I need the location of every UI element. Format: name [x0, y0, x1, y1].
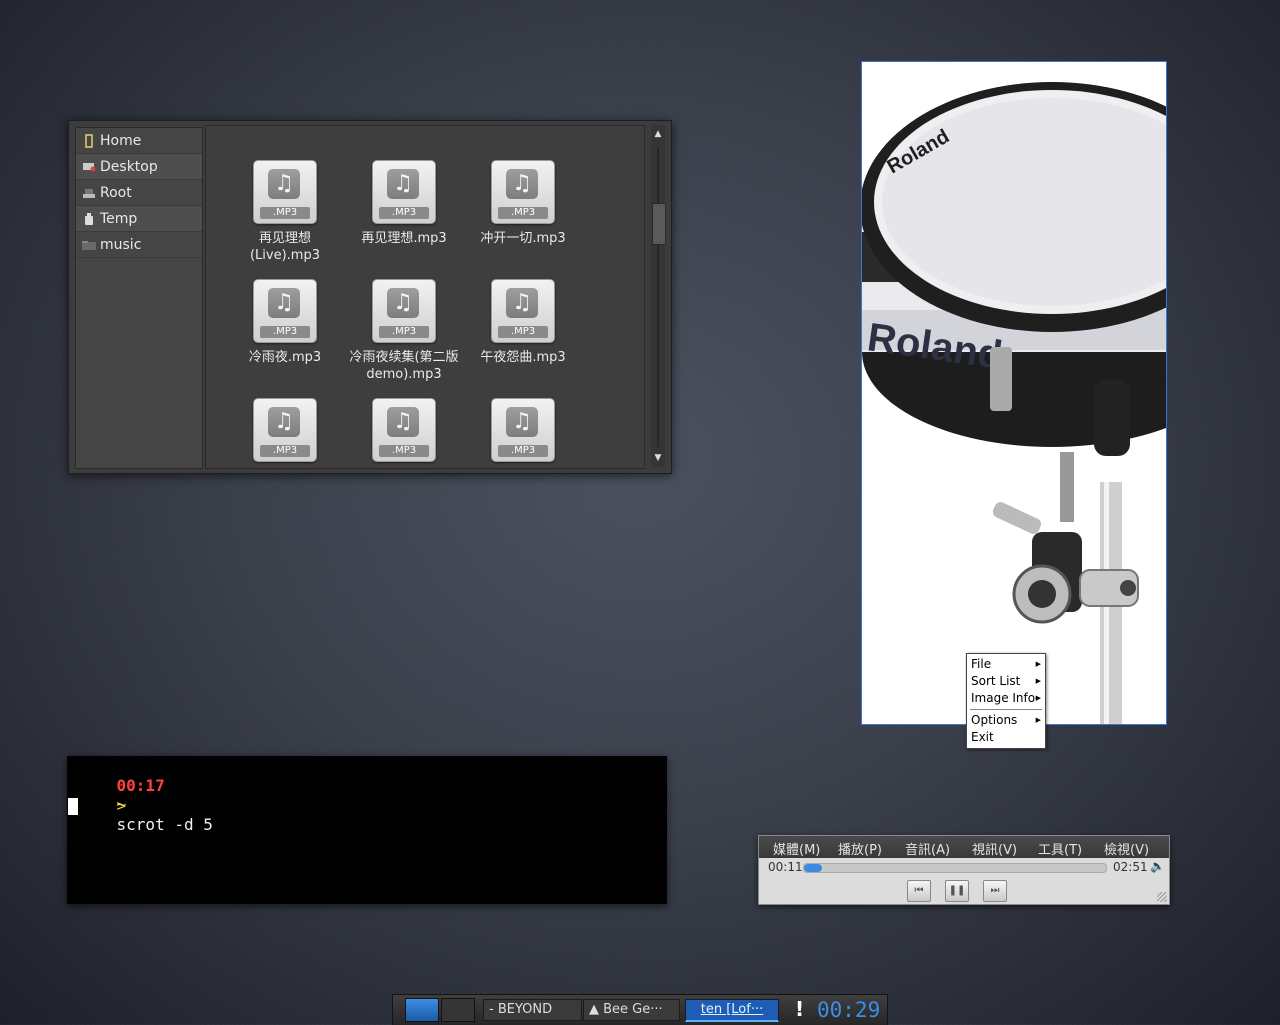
file-item[interactable]: ♫ .MP3 冷雨夜.mp3 — [226, 279, 344, 366]
mp3-file-icon: ♫ .MP3 — [491, 398, 555, 462]
sidebar-item-label: Temp — [100, 210, 138, 227]
terminal-command: scrot -d 5 — [116, 815, 213, 834]
drive-icon — [82, 186, 96, 200]
desktop-icon — [82, 160, 96, 174]
menu-item-exit[interactable]: Exit — [967, 729, 1045, 746]
terminal-cursor — [68, 798, 78, 815]
file-item[interactable]: ♫ .MP3 冷雨夜续集(第二版demo).mp3 — [345, 279, 463, 383]
resize-grip-icon[interactable] — [1157, 892, 1167, 902]
menu-audio[interactable]: 音訊(A) — [905, 839, 950, 858]
taskbar: - BEYOND ▲ Bee Ge··· ten [Lof··· ! 00:29 — [392, 994, 888, 1025]
trash-icon — [82, 212, 96, 226]
file-item[interactable]: ♫ .MP3 — [345, 398, 463, 462]
file-name: 冲开一切.mp3 — [480, 231, 566, 246]
menu-separator — [970, 709, 1042, 710]
menu-tools[interactable]: 工具(T) — [1038, 839, 1082, 858]
sidebar-item-root[interactable]: Root — [76, 180, 202, 206]
sidebar-item-label: music — [100, 236, 142, 253]
home-icon — [82, 133, 96, 148]
submenu-arrow-icon: ▶ — [1035, 677, 1041, 685]
sidebar-item-home[interactable]: Home — [76, 128, 202, 154]
file-item[interactable]: ♫ .MP3 午夜怨曲.mp3 — [464, 279, 582, 366]
places-sidebar: Home Desktop Root Temp music — [75, 127, 203, 469]
scroll-thumb[interactable] — [652, 203, 666, 245]
menu-media[interactable]: 媒體(M) — [773, 839, 820, 858]
seek-row: 00:11 02:51 🔈 — [759, 858, 1169, 876]
seek-progress — [804, 864, 823, 872]
mp3-file-icon: ♫ .MP3 — [372, 160, 436, 224]
sidebar-item-label: Root — [100, 184, 132, 201]
file-view: ♫ .MP3 再见理想(Live).mp3 ♫ .MP3 再见理想.mp3 ♫ .MP… — [205, 125, 645, 469]
command-line: > scrot -d 5 — [78, 777, 213, 853]
workspace-2[interactable] — [441, 998, 475, 1022]
menu-item-options[interactable]: Options ▶ — [967, 712, 1045, 729]
total-time: 02:51 — [1113, 860, 1148, 874]
scroll-track[interactable] — [657, 147, 659, 447]
menu-video[interactable]: 視訊(V) — [972, 839, 1017, 858]
submenu-arrow-icon: ▶ — [1035, 660, 1041, 668]
mp3-file-icon: ♫ .MP3 — [372, 398, 436, 462]
menu-item-image-info[interactable]: Image Info ▶ — [967, 690, 1045, 707]
previous-button[interactable]: ⏮ — [907, 880, 931, 902]
file-item[interactable]: ♫ .MP3 — [464, 398, 582, 462]
player-menubar: 媒體(M) 播放(P) 音訊(A) 視訊(V) 工具(T) 檢視(V) — [759, 836, 1169, 858]
file-name: 再见理想.mp3 — [361, 231, 447, 246]
file-item[interactable]: ♫ .MP3 再见理想(Live).mp3 — [226, 160, 344, 264]
file-manager-window: Home Desktop Root Temp music ♫ .MP3 再见理想(… — [68, 120, 672, 474]
image-viewer-window[interactable]: Roland Roland — [861, 61, 1167, 725]
volume-icon[interactable]: 🔈 — [1150, 859, 1165, 873]
context-menu: File ▶ Sort List ▶ Image Info ▶ Options ▶ Ex… — [966, 653, 1046, 749]
scroll-up-button[interactable]: ▲ — [651, 127, 665, 141]
submenu-arrow-icon: ▶ — [1035, 694, 1041, 702]
mp3-file-icon: ♫ .MP3 — [372, 279, 436, 343]
menu-view[interactable]: 檢視(V) — [1104, 839, 1149, 858]
mp3-file-icon: ♫ .MP3 — [491, 279, 555, 343]
sidebar-item-temp[interactable]: Temp — [76, 206, 202, 232]
task-active[interactable]: ten [Lof··· — [685, 999, 779, 1022]
mp3-file-icon: ♫ .MP3 — [491, 160, 555, 224]
next-button[interactable]: ⏭ — [983, 880, 1007, 902]
terminal-prompt: > — [116, 796, 127, 815]
sidebar-item-label: Desktop — [100, 158, 158, 175]
vertical-scrollbar[interactable]: ▲ ▼ — [651, 125, 666, 467]
task-bee-gees[interactable]: ▲ Bee Ge··· — [583, 999, 680, 1021]
pause-button[interactable]: ❚❚ — [945, 880, 969, 902]
submenu-arrow-icon: ▶ — [1035, 716, 1041, 724]
sidebar-item-desktop[interactable]: Desktop — [76, 154, 202, 180]
folder-icon — [82, 238, 96, 252]
menu-item-sort-list[interactable]: Sort List ▶ — [967, 673, 1045, 690]
file-item[interactable]: ♫ .MP3 冲开一切.mp3 — [464, 160, 582, 247]
mp3-file-icon: ♫ .MP3 — [253, 160, 317, 224]
scroll-down-button[interactable]: ▼ — [651, 451, 665, 465]
elapsed-time: 00:11 — [768, 860, 803, 874]
file-item[interactable]: ♫ .MP3 再见理想.mp3 — [345, 160, 463, 247]
file-name: 午夜怨曲.mp3 — [480, 350, 566, 365]
taskbar-clock: 00:29 — [817, 998, 881, 1022]
media-player-window: 媒體(M) 播放(P) 音訊(A) 視訊(V) 工具(T) 檢視(V) 00:1… — [758, 835, 1170, 905]
file-name: 冷雨夜续集(第二版demo).mp3 — [349, 350, 459, 382]
alert-icon[interactable]: ! — [795, 997, 804, 1021]
file-item[interactable]: ♫ .MP3 — [226, 398, 344, 462]
seek-bar[interactable] — [803, 863, 1107, 873]
mp3-file-icon: ♫ .MP3 — [253, 398, 317, 462]
mp3-file-icon: ♫ .MP3 — [253, 279, 317, 343]
workspace-1[interactable] — [405, 998, 439, 1022]
drum-pad-image: Roland Roland — [862, 82, 1166, 724]
menu-item-file[interactable]: File ▶ — [967, 656, 1045, 673]
menu-playback[interactable]: 播放(P) — [838, 839, 882, 858]
terminal-window[interactable]: 00:17 ~ > scrot -d 5 — [67, 756, 667, 904]
sidebar-item-label: Home — [100, 132, 142, 149]
file-name: 再见理想(Live).mp3 — [249, 231, 320, 263]
sidebar-item-music[interactable]: music — [76, 232, 202, 258]
file-name: 冷雨夜.mp3 — [248, 350, 322, 365]
task-beyond[interactable]: - BEYOND — [483, 999, 582, 1021]
